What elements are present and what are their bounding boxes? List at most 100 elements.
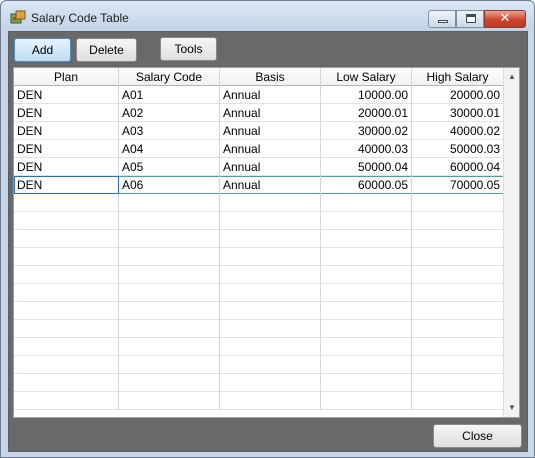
- cell-high-salary[interactable]: 40000.02: [412, 122, 504, 140]
- cell-low-salary[interactable]: [321, 248, 412, 266]
- table-row[interactable]: DEN A01 Annual 10000.00 20000.00: [14, 86, 504, 104]
- cell-plan[interactable]: [14, 302, 119, 320]
- table-row[interactable]: DEN A05 Annual 50000.04 60000.04: [14, 158, 504, 176]
- cell-basis[interactable]: [220, 266, 321, 284]
- table-row[interactable]: DEN A04 Annual 40000.03 50000.03: [14, 140, 504, 158]
- cell-basis[interactable]: [220, 230, 321, 248]
- table-row[interactable]: DEN A02 Annual 20000.01 30000.01: [14, 104, 504, 122]
- column-header-plan[interactable]: Plan: [14, 68, 119, 86]
- table-row[interactable]: [14, 266, 504, 284]
- scroll-up-arrow-icon[interactable]: ▲: [507, 72, 517, 82]
- table-row[interactable]: [14, 248, 504, 266]
- cell-salary-code[interactable]: [119, 212, 220, 230]
- cell-plan[interactable]: [14, 248, 119, 266]
- cell-basis[interactable]: [220, 284, 321, 302]
- salary-code-grid[interactable]: Plan Salary Code Basis Low Salary High S…: [13, 67, 520, 418]
- cell-low-salary[interactable]: [321, 338, 412, 356]
- cell-salary-code[interactable]: [119, 338, 220, 356]
- cell-basis[interactable]: Annual: [220, 122, 321, 140]
- cell-plan[interactable]: [14, 266, 119, 284]
- cell-basis[interactable]: Annual: [220, 140, 321, 158]
- table-row[interactable]: [14, 392, 504, 410]
- close-button[interactable]: Close: [433, 424, 522, 448]
- cell-basis[interactable]: [220, 302, 321, 320]
- cell-basis[interactable]: [220, 392, 321, 410]
- cell-plan[interactable]: DEN: [14, 104, 119, 122]
- cell-high-salary[interactable]: 50000.03: [412, 140, 504, 158]
- cell-high-salary[interactable]: 60000.04: [412, 158, 504, 176]
- cell-high-salary[interactable]: [412, 356, 504, 374]
- table-row[interactable]: [14, 374, 504, 392]
- cell-high-salary[interactable]: [412, 284, 504, 302]
- cell-plan[interactable]: [14, 212, 119, 230]
- cell-salary-code[interactable]: A02: [119, 104, 220, 122]
- tools-button[interactable]: Tools: [160, 37, 217, 61]
- cell-basis[interactable]: [220, 338, 321, 356]
- table-row[interactable]: [14, 338, 504, 356]
- cell-low-salary[interactable]: 60000.05: [321, 176, 412, 194]
- cell-salary-code[interactable]: A04: [119, 140, 220, 158]
- cell-high-salary[interactable]: [412, 392, 504, 410]
- cell-low-salary[interactable]: [321, 374, 412, 392]
- cell-basis[interactable]: [220, 194, 321, 212]
- table-row[interactable]: DEN A06 Annual 60000.05 70000.05: [14, 176, 504, 194]
- cell-salary-code[interactable]: [119, 248, 220, 266]
- cell-low-salary[interactable]: 40000.03: [321, 140, 412, 158]
- cell-high-salary[interactable]: [412, 374, 504, 392]
- column-header-salary-code[interactable]: Salary Code: [119, 68, 220, 86]
- vertical-scrollbar[interactable]: ▲ ▼: [503, 68, 519, 417]
- cell-high-salary[interactable]: [412, 212, 504, 230]
- scroll-down-arrow-icon[interactable]: ▼: [507, 403, 517, 413]
- cell-plan[interactable]: [14, 392, 119, 410]
- table-row[interactable]: [14, 194, 504, 212]
- cell-basis[interactable]: Annual: [220, 176, 321, 194]
- cell-plan[interactable]: DEN: [14, 140, 119, 158]
- cell-salary-code[interactable]: A01: [119, 86, 220, 104]
- cell-plan[interactable]: [14, 194, 119, 212]
- cell-salary-code[interactable]: [119, 302, 220, 320]
- cell-plan[interactable]: DEN: [14, 86, 119, 104]
- cell-plan[interactable]: [14, 338, 119, 356]
- cell-basis[interactable]: Annual: [220, 104, 321, 122]
- cell-salary-code[interactable]: [119, 374, 220, 392]
- table-row[interactable]: [14, 320, 504, 338]
- table-row[interactable]: DEN A03 Annual 30000.02 40000.02: [14, 122, 504, 140]
- cell-salary-code[interactable]: A03: [119, 122, 220, 140]
- cell-high-salary[interactable]: [412, 194, 504, 212]
- cell-salary-code[interactable]: [119, 194, 220, 212]
- column-header-low-salary[interactable]: Low Salary: [321, 68, 412, 86]
- cell-plan[interactable]: DEN: [14, 176, 119, 194]
- cell-low-salary[interactable]: [321, 194, 412, 212]
- cell-high-salary[interactable]: [412, 266, 504, 284]
- cell-basis[interactable]: [220, 320, 321, 338]
- cell-salary-code[interactable]: A06: [119, 176, 220, 194]
- cell-low-salary[interactable]: [321, 266, 412, 284]
- cell-plan[interactable]: [14, 356, 119, 374]
- table-row[interactable]: [14, 284, 504, 302]
- minimize-button[interactable]: [428, 10, 456, 28]
- cell-basis[interactable]: Annual: [220, 158, 321, 176]
- table-row[interactable]: [14, 356, 504, 374]
- cell-high-salary[interactable]: 30000.01: [412, 104, 504, 122]
- table-row[interactable]: [14, 212, 504, 230]
- maximize-button[interactable]: [456, 10, 484, 28]
- cell-low-salary[interactable]: [321, 284, 412, 302]
- cell-basis[interactable]: [220, 356, 321, 374]
- cell-low-salary[interactable]: [321, 230, 412, 248]
- cell-basis[interactable]: [220, 374, 321, 392]
- cell-low-salary[interactable]: [321, 356, 412, 374]
- cell-salary-code[interactable]: [119, 392, 220, 410]
- add-button[interactable]: Add: [14, 38, 71, 62]
- cell-plan[interactable]: [14, 230, 119, 248]
- cell-plan[interactable]: DEN: [14, 122, 119, 140]
- cell-low-salary[interactable]: 50000.04: [321, 158, 412, 176]
- table-row[interactable]: [14, 302, 504, 320]
- cell-high-salary[interactable]: 20000.00: [412, 86, 504, 104]
- title-bar[interactable]: Salary Code Table ✕: [1, 1, 534, 31]
- cell-salary-code[interactable]: [119, 284, 220, 302]
- column-header-basis[interactable]: Basis: [220, 68, 321, 86]
- cell-salary-code[interactable]: [119, 356, 220, 374]
- cell-plan[interactable]: [14, 284, 119, 302]
- cell-high-salary[interactable]: [412, 248, 504, 266]
- cell-plan[interactable]: [14, 374, 119, 392]
